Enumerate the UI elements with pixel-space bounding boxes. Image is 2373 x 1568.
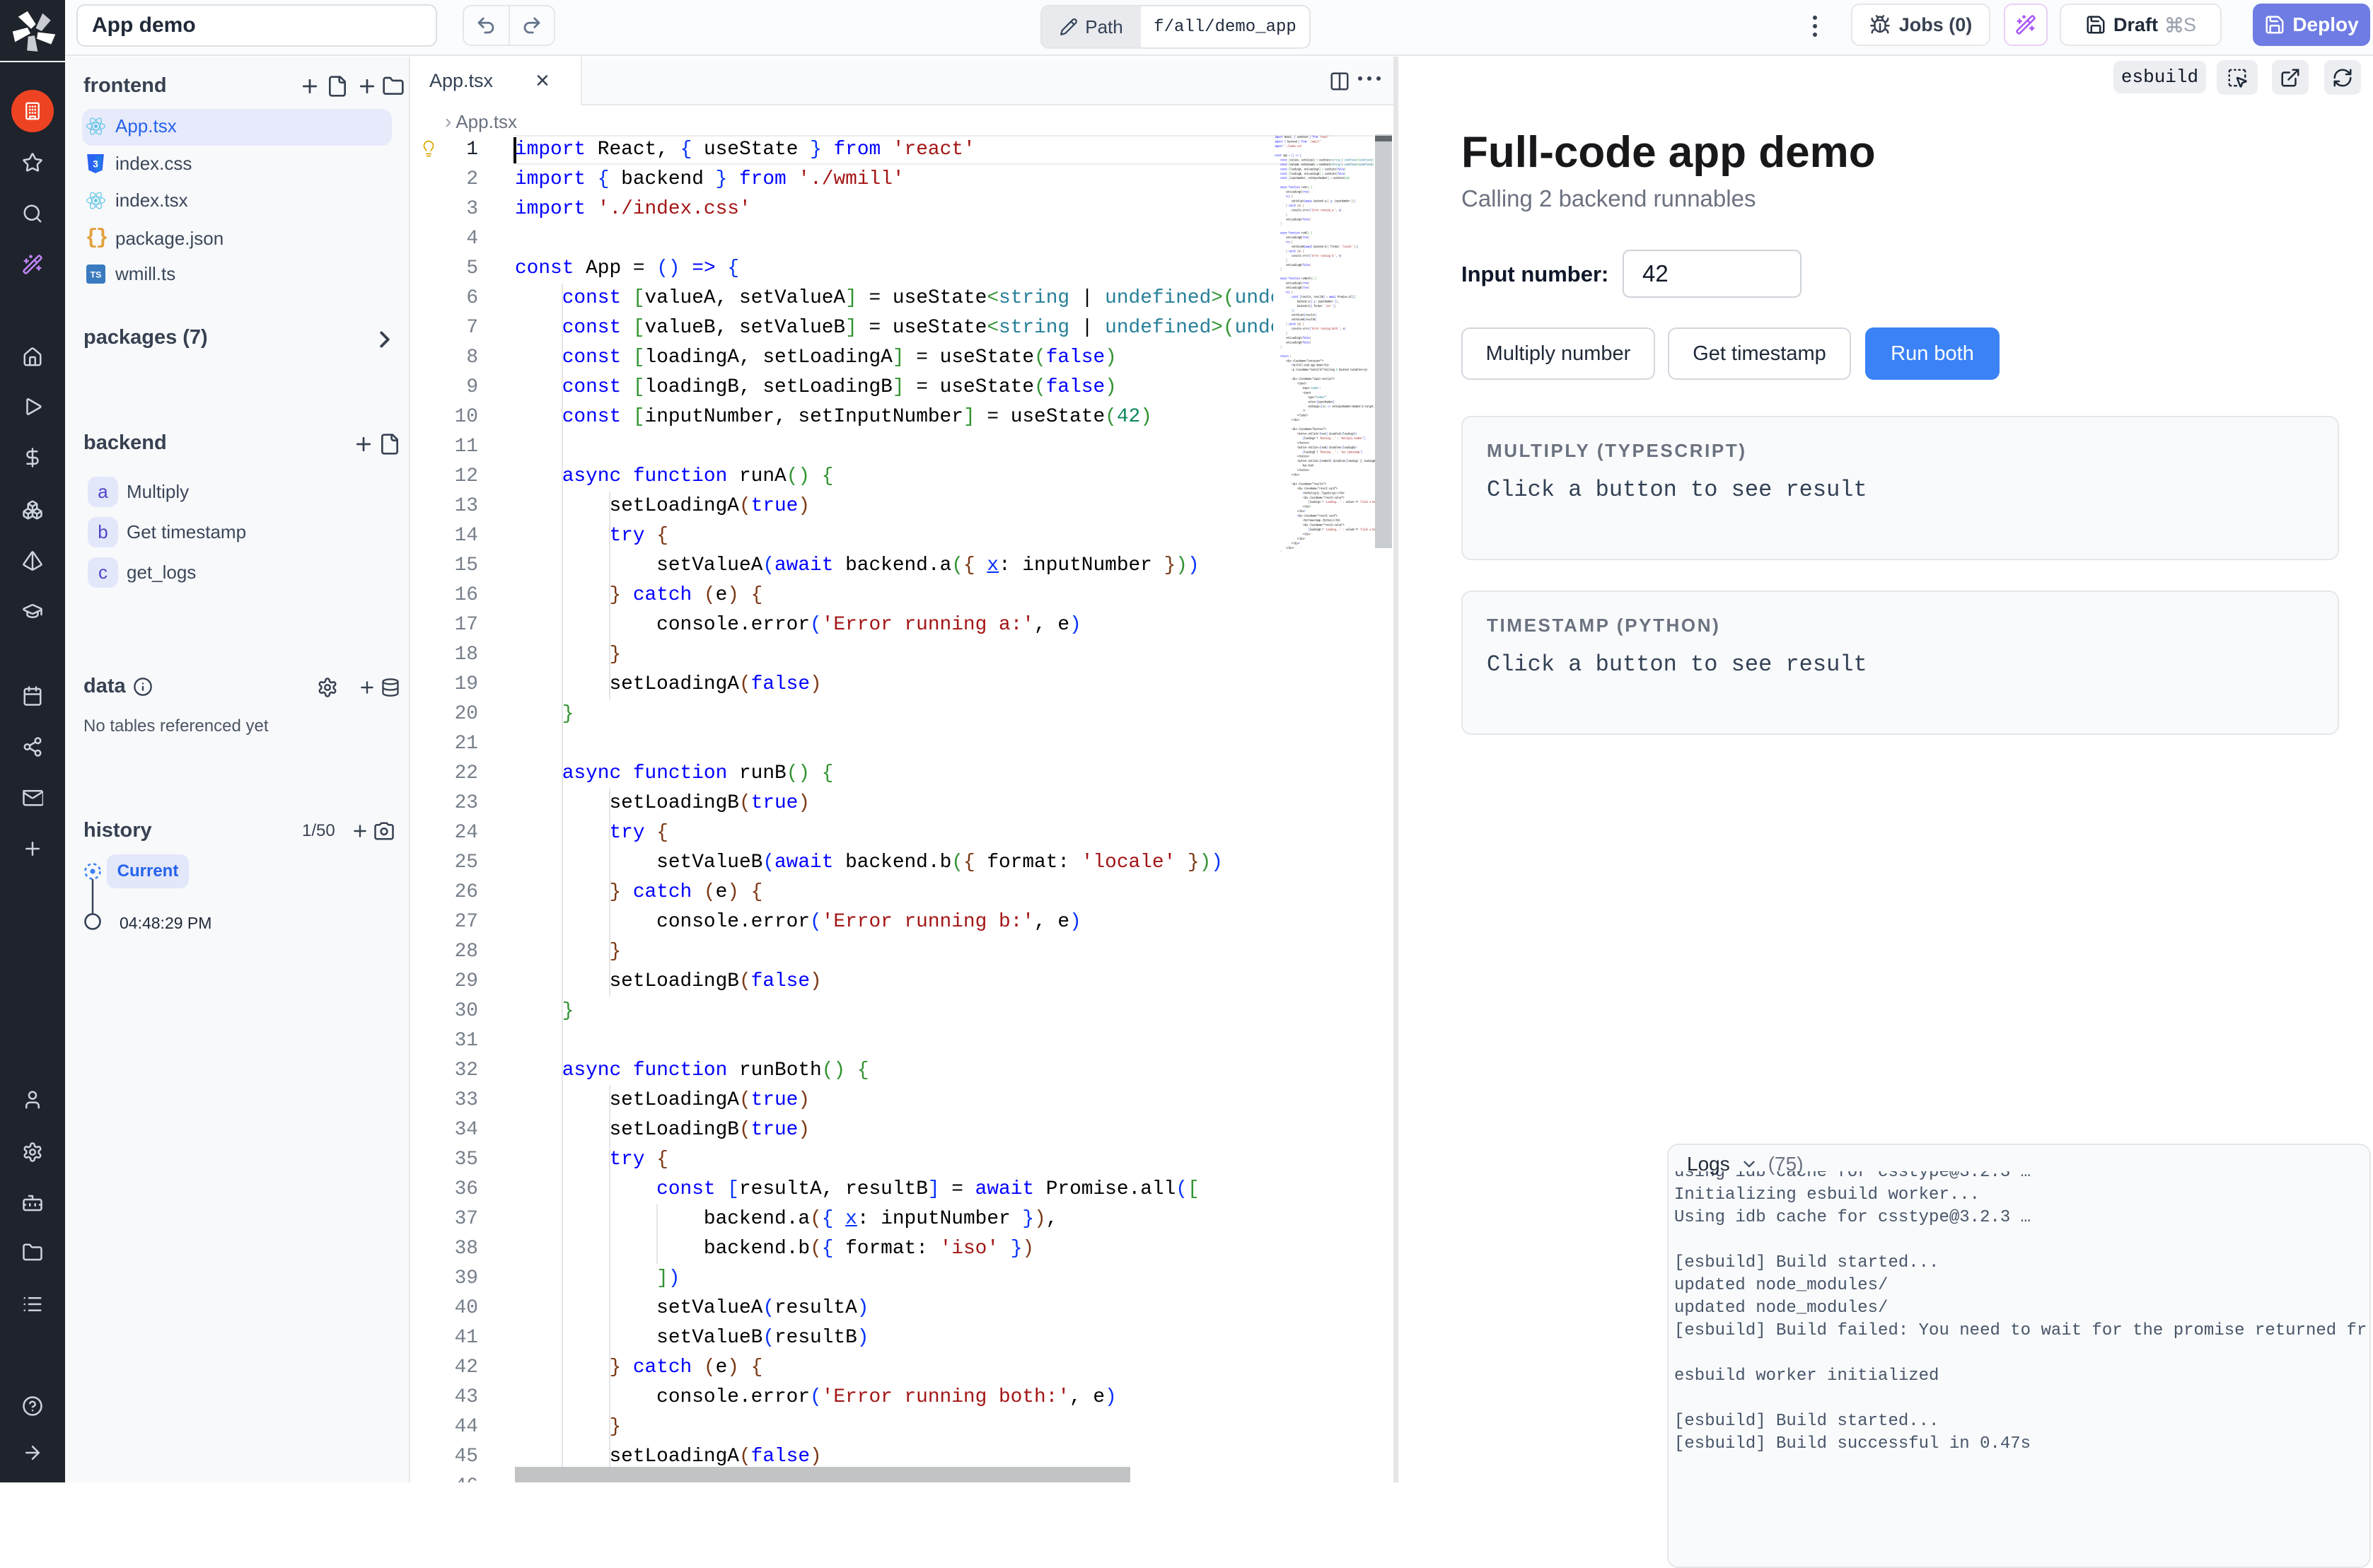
svg-text:TS: TS xyxy=(91,270,102,280)
svg-text:3: 3 xyxy=(93,158,98,169)
